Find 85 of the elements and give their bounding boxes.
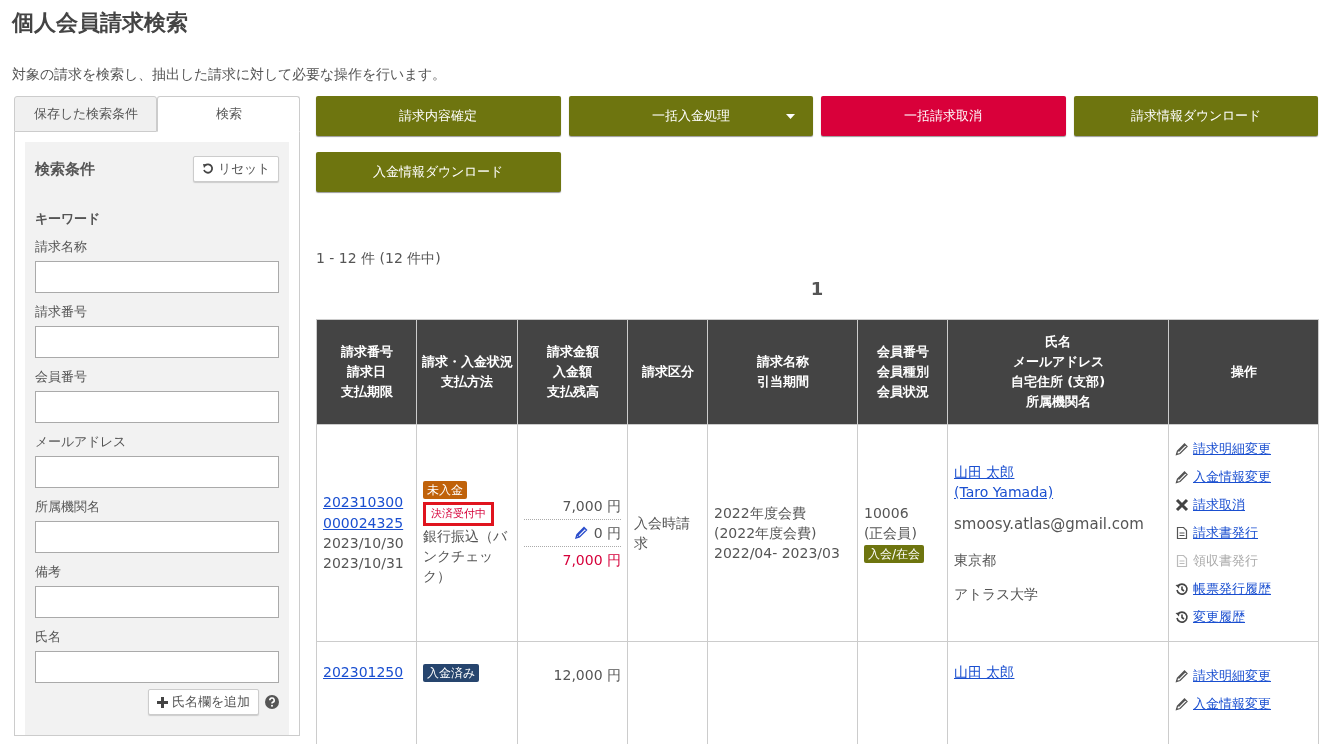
document-icon: [1175, 526, 1189, 540]
settlement-tag: 決済受付中: [423, 501, 494, 526]
operation-link[interactable]: 請求取消: [1193, 491, 1245, 519]
page-description: 対象の請求を検索し、抽出した請求に対して必要な操作を行います。: [11, 65, 447, 84]
page-title: 個人会員請求検索: [10, 9, 189, 37]
member-name-link[interactable]: 山田 太郎: [954, 461, 1015, 482]
amount-text: 7,000 円: [562, 551, 621, 571]
amount-text: 7,000 円: [562, 496, 621, 516]
column-header: 請求金額 入金額 支払残高: [517, 319, 628, 425]
field-label: 氏名: [35, 628, 62, 646]
column-header: 操作: [1168, 319, 1319, 425]
member-status-badge: 入会/在会: [864, 545, 925, 564]
column-header: 請求・入金状況 支払方法: [416, 319, 518, 425]
invoice-date: 2023/10/30: [323, 534, 405, 553]
action-button[interactable]: 入金情報ダウンロード: [316, 152, 561, 192]
operation-link[interactable]: 入金情報変更: [1193, 690, 1271, 718]
sidebar-tab[interactable]: 保存した検索条件: [14, 96, 157, 132]
operation-link[interactable]: 請求明細変更: [1193, 435, 1271, 463]
field-label: 請求番号: [35, 303, 88, 321]
pencil-icon[interactable]: [573, 526, 588, 540]
operation-link: 領収書発行: [1193, 552, 1258, 570]
column-header: 会員番号 会員種別 会員状況: [857, 319, 948, 425]
member-name-link[interactable]: 山田 太郎: [954, 662, 1015, 683]
close-icon: [1175, 498, 1189, 512]
member-type: (正会員): [864, 523, 918, 543]
add-name-button[interactable]: 氏名欄を追加: [148, 689, 259, 715]
pencil-icon: [1175, 669, 1189, 683]
status-badge: 未入金: [423, 481, 467, 500]
column-header: 請求名称 引当期間: [707, 319, 858, 425]
email-address: smoosy.atlas@gmail.com: [954, 514, 1145, 536]
sidebar-tab[interactable]: 検索: [157, 96, 300, 132]
input-field[interactable]: [35, 586, 279, 618]
action-button[interactable]: 一括入金処理: [568, 96, 813, 136]
operation-link[interactable]: 請求書発行: [1193, 519, 1258, 547]
input-field[interactable]: [35, 651, 279, 683]
input-field[interactable]: [35, 456, 279, 488]
operation-link[interactable]: 変更履歴: [1193, 603, 1245, 631]
invoice-number-link[interactable]: 202301250: [323, 662, 410, 683]
input-field[interactable]: [35, 391, 279, 423]
column-header: 請求区分: [627, 319, 708, 425]
due-date: 2023/10/31: [323, 554, 405, 574]
action-button[interactable]: 請求情報ダウンロード: [1073, 96, 1318, 136]
action-button[interactable]: 請求内容確定: [316, 96, 561, 136]
history-icon: [1175, 582, 1189, 596]
input-field[interactable]: [35, 261, 279, 293]
member-name-link[interactable]: (Taro Yamada): [954, 481, 1054, 503]
column-header: 請求番号 請求日 支払期限: [316, 319, 417, 425]
institution-name: アトラス大学: [954, 585, 1039, 605]
invoice-number-link[interactable]: 202310300000024325: [323, 492, 410, 533]
page-number[interactable]: 1: [810, 278, 824, 299]
operation-link[interactable]: 入金情報変更: [1193, 463, 1271, 491]
section-heading: キーワード: [35, 210, 101, 228]
document-icon: [1175, 554, 1189, 568]
amount-text: 0 円: [593, 523, 621, 543]
amount-text: 12,000 円: [553, 666, 621, 685]
billing-name: 2022年度会費: [714, 503, 807, 523]
billing-period: 2022/04- 2023/03: [714, 544, 841, 564]
reset-icon: [202, 163, 214, 175]
member-number: 10006: [864, 503, 910, 523]
pencil-icon: [1175, 470, 1189, 484]
field-label: 所属機関名: [35, 498, 101, 516]
payment-method: 銀行振込（バンクチェック）: [423, 526, 508, 587]
input-field[interactable]: [35, 521, 279, 553]
help-icon[interactable]: [265, 695, 279, 709]
home-address: 東京都: [954, 550, 997, 570]
reset-button[interactable]: リセット: [193, 156, 279, 182]
field-label: 会員番号: [35, 368, 88, 386]
column-header: 氏名 メールアドレス 自宅住所 (支部) 所属機関名: [947, 319, 1169, 425]
billing-category: 入会時請求: [634, 514, 690, 551]
plus-icon: [157, 696, 168, 708]
pencil-icon: [1175, 442, 1189, 456]
billing-name-sub: (2022年度会費): [714, 523, 818, 543]
field-label: メールアドレス: [35, 433, 127, 451]
caret-icon: [786, 114, 795, 119]
action-button[interactable]: 一括請求取消: [821, 96, 1066, 136]
input-field[interactable]: [35, 326, 279, 358]
result-count: 1 - 12 件 (12 件中): [316, 250, 442, 268]
history-icon: [1175, 610, 1189, 624]
status-badge: 入金済み: [423, 664, 479, 682]
pencil-icon: [1175, 697, 1189, 711]
operation-link[interactable]: 帳票発行履歴: [1193, 575, 1271, 603]
field-label: 備考: [35, 563, 62, 581]
field-label: 請求名称: [35, 238, 88, 256]
operation-link[interactable]: 請求明細変更: [1193, 662, 1271, 690]
panel-title: 検索条件: [35, 159, 95, 179]
